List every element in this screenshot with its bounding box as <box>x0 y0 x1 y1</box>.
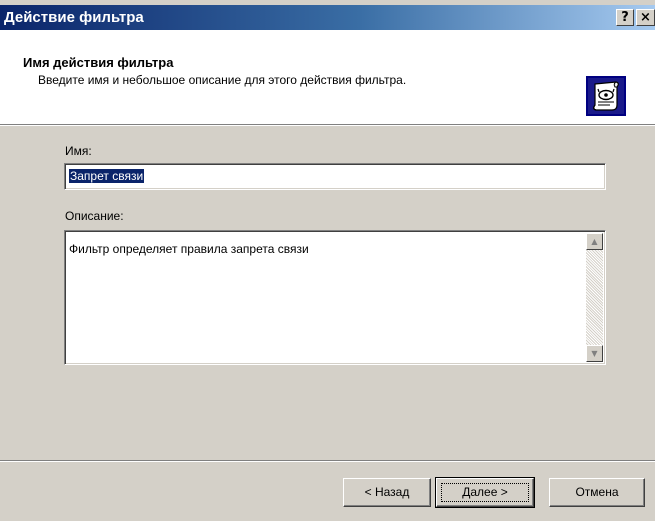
window-title: Действие фильтра <box>4 9 144 26</box>
wizard-scroll-icon <box>586 76 626 116</box>
name-label-text: Имя: <box>65 144 92 158</box>
name-label: Имя: <box>65 144 92 158</box>
name-field[interactable]: Запрет связи <box>64 163 606 190</box>
next-button[interactable]: Далее > <box>435 477 535 508</box>
help-button[interactable]: ? <box>616 9 634 26</box>
wizard-header: Имя действия фильтра Введите имя и небол… <box>0 30 655 124</box>
title-bar[interactable]: Действие фильтра ? × <box>0 5 655 30</box>
header-title: Имя действия фильтра <box>23 55 174 70</box>
scroll-down-icon[interactable]: ▼ <box>586 345 603 362</box>
header-separator <box>0 124 655 126</box>
description-label: Описание: <box>65 209 124 223</box>
cancel-button-label: Отмена <box>575 485 619 499</box>
cancel-button[interactable]: Отмена <box>549 478 645 507</box>
name-field-value: Запрет связи <box>69 169 145 183</box>
filter-action-dialog: Действие фильтра ? × Имя действия фильтр… <box>0 0 655 521</box>
scroll-up-icon[interactable]: ▲ <box>586 233 603 250</box>
description-field-value: Фильтр определяет правила запрета связи <box>69 242 309 256</box>
back-button-label: < Назад <box>364 485 410 499</box>
description-scrollbar[interactable]: ▲ ▼ <box>586 233 603 362</box>
description-label-text: Описание: <box>65 209 124 223</box>
header-description: Введите имя и небольшое описание для это… <box>38 73 407 87</box>
description-field[interactable]: Фильтр определяет правила запрета связи … <box>64 230 606 365</box>
footer-separator <box>0 460 655 462</box>
next-button-label: Далее > <box>462 485 508 499</box>
close-button[interactable]: × <box>636 9 655 26</box>
back-button[interactable]: < Назад <box>343 478 431 507</box>
